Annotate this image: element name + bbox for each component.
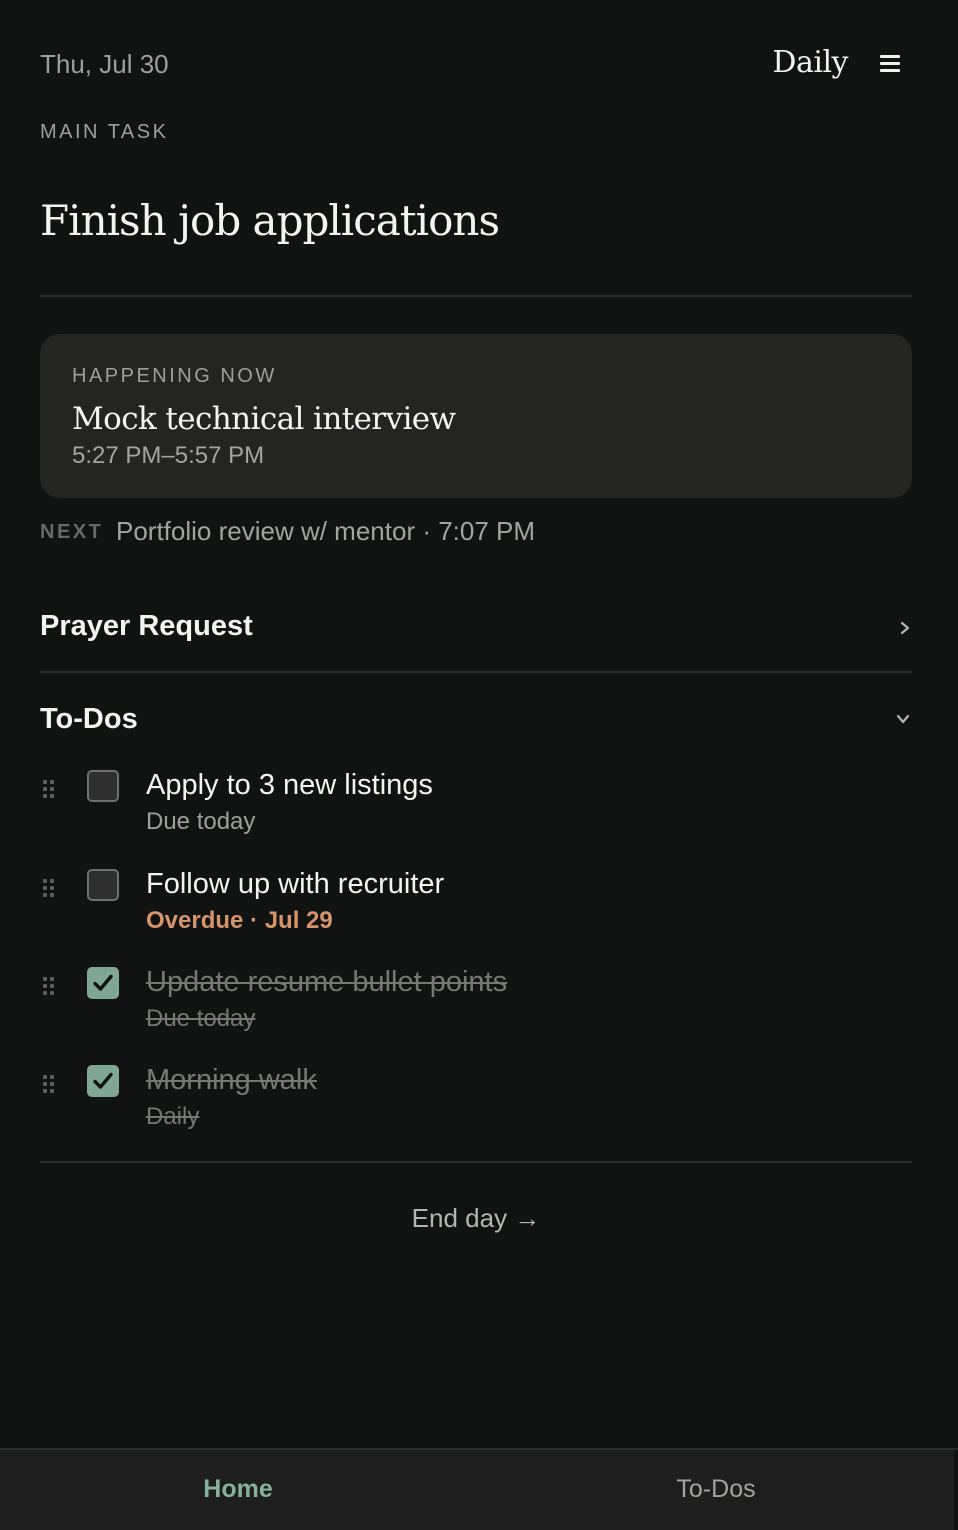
happening-now-card[interactable]: HAPPENING NOW Mock technical interview 5… [40, 334, 912, 498]
todo-due: Due today [146, 1005, 256, 1032]
tab-todos[interactable]: To-Dos [478, 1450, 954, 1530]
prayer-request-title: Prayer Request [40, 610, 253, 642]
chevron-right-icon [900, 621, 910, 635]
drag-handle-icon[interactable] [40, 973, 56, 995]
todos-section-title: To-Dos [40, 703, 138, 735]
todo-item: Morning walk Daily [40, 1064, 912, 1151]
todo-title[interactable]: Update resume bullet points [146, 963, 507, 1001]
main-task-label: MAIN TASK [40, 121, 169, 143]
app-title: Daily [772, 45, 848, 80]
next-label: NEXT [40, 521, 104, 543]
divider [40, 671, 912, 673]
todo-due: Due today [146, 808, 256, 835]
todo-item: Update resume bullet points Due today [40, 966, 912, 1053]
happening-now-time: 5:27 PM–5:57 PM [72, 442, 265, 469]
todo-title[interactable]: Apply to 3 new listings [146, 766, 433, 804]
divider [40, 295, 912, 297]
chevron-down-icon [896, 714, 910, 724]
todo-checkbox[interactable] [87, 869, 119, 901]
main-task-title[interactable]: Finish job applications [40, 190, 500, 252]
happening-now-label: HAPPENING NOW [72, 365, 277, 387]
date-label: Thu, Jul 30 [40, 49, 169, 79]
happening-now-title: Mock technical interview [72, 401, 456, 437]
todo-title[interactable]: Follow up with recruiter [146, 865, 444, 903]
drag-handle-icon[interactable] [40, 875, 56, 897]
todo-title[interactable]: Morning walk [146, 1061, 317, 1099]
todo-item: Apply to 3 new listings Due today [40, 769, 912, 856]
checkmark-icon [93, 1072, 113, 1089]
checkmark-icon [93, 974, 113, 991]
next-event-text: Portfolio review w/ mentor · 7:07 PM [116, 516, 536, 546]
drag-handle-icon[interactable] [40, 1071, 56, 1093]
window-edge [954, 1450, 958, 1530]
todo-checkbox-checked[interactable] [87, 1065, 119, 1097]
todos-section-header[interactable]: To-Dos [40, 689, 912, 749]
end-day-button[interactable]: End day → [0, 1200, 952, 1236]
todo-recurrence: Daily [146, 1103, 200, 1130]
bottom-tab-bar: Home To-Dos [0, 1448, 958, 1530]
tab-home[interactable]: Home [0, 1450, 476, 1530]
drag-handle-icon[interactable] [40, 776, 56, 798]
divider [40, 1161, 912, 1163]
todo-overdue-label: Overdue · Jul 29 [146, 907, 333, 934]
hamburger-menu-icon[interactable] [878, 53, 902, 75]
todo-checkbox-checked[interactable] [87, 967, 119, 999]
prayer-request-section-header[interactable]: Prayer Request [40, 596, 912, 656]
todo-checkbox[interactable] [87, 770, 119, 802]
todo-item: Follow up with recruiter Overdue · Jul 2… [40, 868, 912, 955]
